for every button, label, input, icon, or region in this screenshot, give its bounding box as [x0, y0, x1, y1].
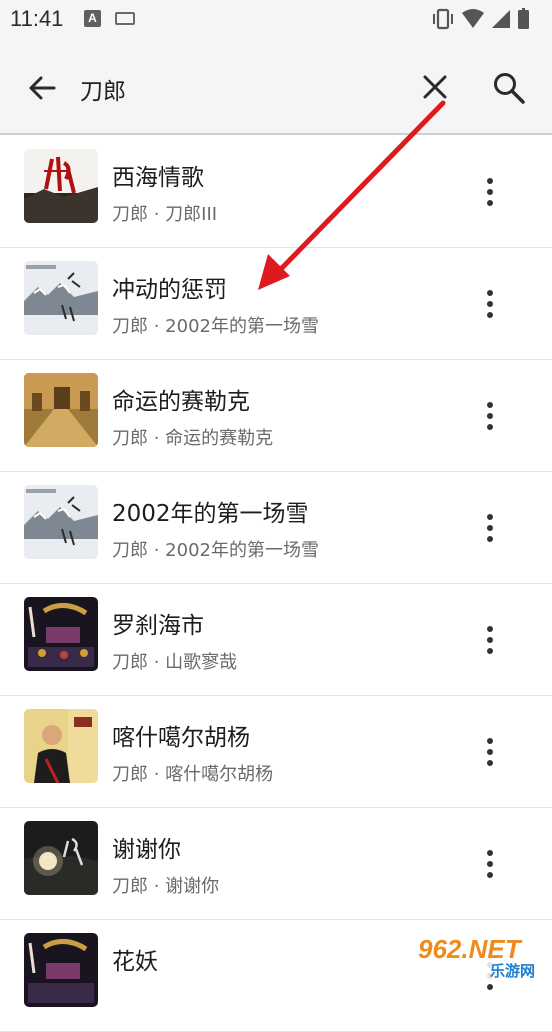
song-title: 花妖	[112, 949, 158, 975]
song-row[interactable]: 谢谢你 刀郎 · 谢谢你	[0, 808, 552, 920]
song-title: 冲动的惩罚	[112, 277, 227, 303]
status-icons	[432, 6, 542, 30]
song-title: 西海情歌	[112, 165, 204, 191]
song-row[interactable]: 西海情歌 刀郎 · 刀郎III	[0, 136, 552, 248]
status-time: 11:41	[10, 6, 64, 31]
clear-icon[interactable]	[418, 70, 452, 104]
album-cover	[24, 933, 98, 1007]
vibrate-icon	[433, 8, 453, 30]
song-row[interactable]: 2002年的第一场雪 刀郎 · 2002年的第一场雪	[0, 472, 552, 584]
battery-icon	[518, 8, 529, 29]
more-options-icon[interactable]	[480, 624, 500, 656]
song-subtitle: 刀郎 · 2002年的第一场雪	[112, 316, 319, 337]
album-cover	[24, 821, 98, 895]
song-subtitle: 刀郎 · 喀什噶尔胡杨	[112, 764, 274, 785]
song-row[interactable]: 罗刹海市 刀郎 · 山歌寥哉	[0, 584, 552, 696]
watermark-sub: 乐游网	[490, 962, 535, 980]
watermark-brand: 962.NET	[418, 934, 523, 964]
album-cover	[24, 485, 98, 559]
song-subtitle: 刀郎 · 命运的赛勒克	[112, 428, 274, 449]
back-arrow-icon[interactable]	[26, 72, 58, 104]
album-cover	[24, 149, 98, 223]
album-cover	[24, 261, 98, 335]
song-subtitle: 刀郎 · 2002年的第一场雪	[112, 540, 319, 561]
song-row[interactable]: 喀什噶尔胡杨 刀郎 · 喀什噶尔胡杨	[0, 696, 552, 808]
more-options-icon[interactable]	[480, 736, 500, 768]
wifi-icon	[462, 9, 484, 28]
song-title: 命运的赛勒克	[112, 389, 250, 415]
search-bar: 刀郎	[0, 38, 552, 135]
more-options-icon[interactable]	[480, 288, 500, 320]
song-title: 谢谢你	[112, 837, 181, 863]
song-subtitle: 刀郎 · 谢谢你	[112, 876, 220, 897]
song-row[interactable]: 冲动的惩罚 刀郎 · 2002年的第一场雪	[0, 248, 552, 360]
song-row[interactable]: 命运的赛勒克 刀郎 · 命运的赛勒克	[0, 360, 552, 472]
search-icon[interactable]	[491, 70, 527, 106]
song-subtitle: 刀郎 · 刀郎III	[112, 204, 218, 225]
signal-icon	[492, 10, 510, 28]
album-cover	[24, 597, 98, 671]
search-input[interactable]: 刀郎	[80, 72, 126, 106]
search-results-list: 西海情歌 刀郎 · 刀郎III 冲动的惩罚 刀郎 · 2002年的第一场雪 命运…	[0, 136, 552, 1032]
song-title: 2002年的第一场雪	[112, 501, 309, 527]
more-options-icon[interactable]	[480, 400, 500, 432]
more-options-icon[interactable]	[480, 176, 500, 208]
keyboard-icon	[115, 12, 135, 25]
song-subtitle: 刀郎 · 山歌寥哉	[112, 652, 238, 673]
album-cover	[24, 709, 98, 783]
notification-a-icon: A	[84, 10, 101, 27]
album-cover	[24, 373, 98, 447]
status-bar: 11:41 A	[0, 0, 552, 38]
song-title: 喀什噶尔胡杨	[112, 725, 250, 751]
more-options-icon[interactable]	[480, 848, 500, 880]
more-options-icon[interactable]	[480, 512, 500, 544]
song-title: 罗刹海市	[112, 613, 204, 639]
watermark-logo: 962.NET 乐游网	[412, 928, 548, 980]
